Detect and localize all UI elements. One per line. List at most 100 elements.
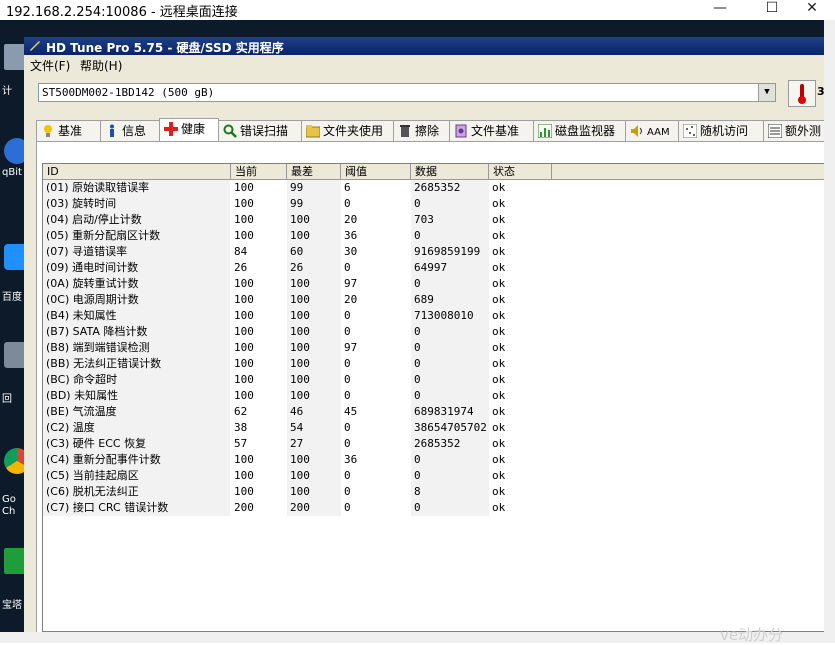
table-row[interactable]: (01) 原始读取错误率 100 99 6 2685352 ok bbox=[43, 180, 593, 196]
cell-worst: 54 bbox=[287, 420, 341, 436]
cell-id: (B7) SATA 降档计数 bbox=[43, 324, 230, 340]
table-row[interactable]: (0C) 电源周期计数 100 100 20 689 ok bbox=[43, 292, 593, 308]
cell-data: 0 bbox=[411, 500, 489, 516]
menu-file[interactable]: 文件(F) bbox=[30, 57, 70, 74]
cell-threshold: 0 bbox=[341, 420, 411, 436]
smart-attributes-table[interactable]: ID 当前 最差 阈值 数据 状态 (01) 原始读取错误率 100 99 6 2685… bbox=[42, 163, 834, 632]
table-row[interactable]: (07) 寻道错误率 84 60 30 9169859199 ok bbox=[43, 244, 593, 260]
table-row[interactable]: (BB) 无法纠正错误计数 100 100 0 0 ok bbox=[43, 356, 593, 372]
cell-worst: 100 bbox=[287, 324, 341, 340]
tab-error-scan[interactable]: 错误扫描 bbox=[218, 120, 302, 141]
header-status[interactable]: 状态 bbox=[489, 164, 552, 179]
chevron-down-icon[interactable]: ▼ bbox=[758, 84, 775, 101]
header-id[interactable]: ID bbox=[43, 164, 231, 179]
cell-current: 100 bbox=[231, 276, 287, 292]
cell-id: (03) 旋转时间 bbox=[43, 196, 230, 212]
tab-benchmark[interactable]: 基准 bbox=[36, 120, 101, 141]
cell-worst: 100 bbox=[287, 276, 341, 292]
table-row[interactable]: (05) 重新分配扇区计数 100 100 36 0 ok bbox=[43, 228, 593, 244]
cell-threshold: 0 bbox=[341, 388, 411, 404]
cell-worst: 100 bbox=[287, 452, 341, 468]
header-worst[interactable]: 最差 bbox=[287, 164, 341, 179]
cell-threshold: 20 bbox=[341, 292, 411, 308]
cell-data: 0 bbox=[411, 196, 489, 212]
table-row[interactable]: (C6) 脱机无法纠正 100 100 0 8 ok bbox=[43, 484, 593, 500]
table-row[interactable]: (0A) 旋转重试计数 100 100 97 0 ok bbox=[43, 276, 593, 292]
rdp-titlebar: 192.168.2.254:10086 - 远程桌面连接 — ☐ ✕ bbox=[0, 0, 835, 20]
tab-aam[interactable]: AAM bbox=[625, 120, 679, 141]
tab-folder-usage[interactable]: 文件夹使用 bbox=[301, 120, 394, 141]
table-row[interactable]: (B4) 未知属性 100 100 0 713008010 ok bbox=[43, 308, 593, 324]
cell-status: ok bbox=[489, 340, 552, 356]
cell-id: (09) 通电时间计数 bbox=[43, 260, 230, 276]
tab-random-access[interactable]: 随机访问 bbox=[678, 120, 764, 141]
tab-health[interactable]: 健康 bbox=[159, 118, 219, 142]
cell-status: ok bbox=[489, 404, 552, 420]
cell-threshold: 20 bbox=[341, 212, 411, 228]
table-row[interactable]: (04) 启动/停止计数 100 100 20 703 ok bbox=[43, 212, 593, 228]
random-access-icon bbox=[682, 123, 698, 139]
header-threshold[interactable]: 阈值 bbox=[341, 164, 411, 179]
drive-select[interactable]: ST500DM002-1BD142 (500 gB) ▼ bbox=[38, 83, 776, 102]
table-row[interactable]: (BE) 气流温度 62 46 45 689831974 ok bbox=[43, 404, 593, 420]
cell-worst: 200 bbox=[287, 500, 341, 516]
cell-id: (0A) 旋转重试计数 bbox=[43, 276, 230, 292]
table-row[interactable]: (C7) 接口 CRC 错误计数 200 200 0 0 ok bbox=[43, 500, 593, 516]
tab-info[interactable]: 信息 bbox=[100, 120, 160, 141]
close-button[interactable]: ✕ bbox=[789, 0, 835, 20]
cell-id: (BE) 气流温度 bbox=[43, 404, 230, 420]
cell-worst: 100 bbox=[287, 372, 341, 388]
table-row[interactable]: (03) 旋转时间 100 99 0 0 ok bbox=[43, 196, 593, 212]
table-row[interactable]: (C2) 温度 38 54 0 38654705702 ok bbox=[43, 420, 593, 436]
cell-current: 100 bbox=[231, 228, 287, 244]
cell-current: 100 bbox=[231, 180, 287, 196]
chart-icon bbox=[537, 123, 553, 139]
horizontal-scrollbar[interactable] bbox=[0, 632, 835, 643]
table-row[interactable]: (BD) 未知属性 100 100 0 0 ok bbox=[43, 388, 593, 404]
cell-id: (B8) 端到端错误检测 bbox=[43, 340, 230, 356]
cell-status: ok bbox=[489, 420, 552, 436]
cell-current: 100 bbox=[231, 292, 287, 308]
red-cross-icon bbox=[164, 122, 178, 136]
cell-threshold: 0 bbox=[341, 196, 411, 212]
tab-file-benchmark[interactable]: 文件基准 bbox=[449, 120, 534, 141]
cell-data: 38654705702 bbox=[411, 420, 489, 436]
cell-status: ok bbox=[489, 468, 552, 484]
cell-status: ok bbox=[489, 356, 552, 372]
table-row[interactable]: (BC) 命令超时 100 100 0 0 ok bbox=[43, 372, 593, 388]
cell-data: 713008010 bbox=[411, 308, 489, 324]
tab-bar: 基准 信息 健康 错误扫描 文件夹使用 擦除 文件基准 磁盘监视器 AAM 随机… bbox=[36, 118, 835, 142]
cell-worst: 99 bbox=[287, 196, 341, 212]
cell-data: 0 bbox=[411, 452, 489, 468]
table-row[interactable]: (B7) SATA 降档计数 100 100 0 0 ok bbox=[43, 324, 593, 340]
cell-status: ok bbox=[489, 372, 552, 388]
cell-data: 0 bbox=[411, 228, 489, 244]
cell-data: 0 bbox=[411, 468, 489, 484]
table-row[interactable]: (C4) 重新分配事件计数 100 100 36 0 ok bbox=[43, 452, 593, 468]
header-current[interactable]: 当前 bbox=[231, 164, 287, 179]
cell-worst: 100 bbox=[287, 292, 341, 308]
lightbulb-icon bbox=[41, 124, 55, 138]
cell-status: ok bbox=[489, 260, 552, 276]
cell-id: (C5) 当前挂起扇区 bbox=[43, 468, 230, 484]
table-row[interactable]: (B8) 端到端错误检测 100 100 97 0 ok bbox=[43, 340, 593, 356]
cell-id: (C7) 接口 CRC 错误计数 bbox=[43, 500, 230, 516]
cell-threshold: 6 bbox=[341, 180, 411, 196]
cell-current: 57 bbox=[231, 436, 287, 452]
tab-erase[interactable]: 擦除 bbox=[393, 120, 450, 141]
tab-disk-monitor[interactable]: 磁盘监视器 bbox=[533, 120, 626, 141]
cell-threshold: 36 bbox=[341, 452, 411, 468]
cell-data: 0 bbox=[411, 340, 489, 356]
table-row[interactable]: (09) 通电时间计数 26 26 0 64997 ok bbox=[43, 260, 593, 276]
menu-help[interactable]: 帮助(H) bbox=[80, 57, 122, 74]
table-row[interactable]: (C3) 硬件 ECC 恢复 57 27 0 2685352 ok bbox=[43, 436, 593, 452]
cell-id: (04) 启动/停止计数 bbox=[43, 212, 230, 228]
cell-current: 100 bbox=[231, 212, 287, 228]
hdtune-window: HD Tune Pro 5.75 - 硬盘/SSD 实用程序 文件(F) 帮助(… bbox=[24, 37, 835, 634]
minimize-button[interactable]: — bbox=[697, 0, 743, 20]
header-data[interactable]: 数据 bbox=[411, 164, 489, 179]
table-row[interactable]: (C5) 当前挂起扇区 100 100 0 0 ok bbox=[43, 468, 593, 484]
cell-id: (B4) 未知属性 bbox=[43, 308, 230, 324]
temperature-button[interactable] bbox=[788, 80, 816, 107]
vertical-scrollbar[interactable] bbox=[824, 20, 835, 643]
